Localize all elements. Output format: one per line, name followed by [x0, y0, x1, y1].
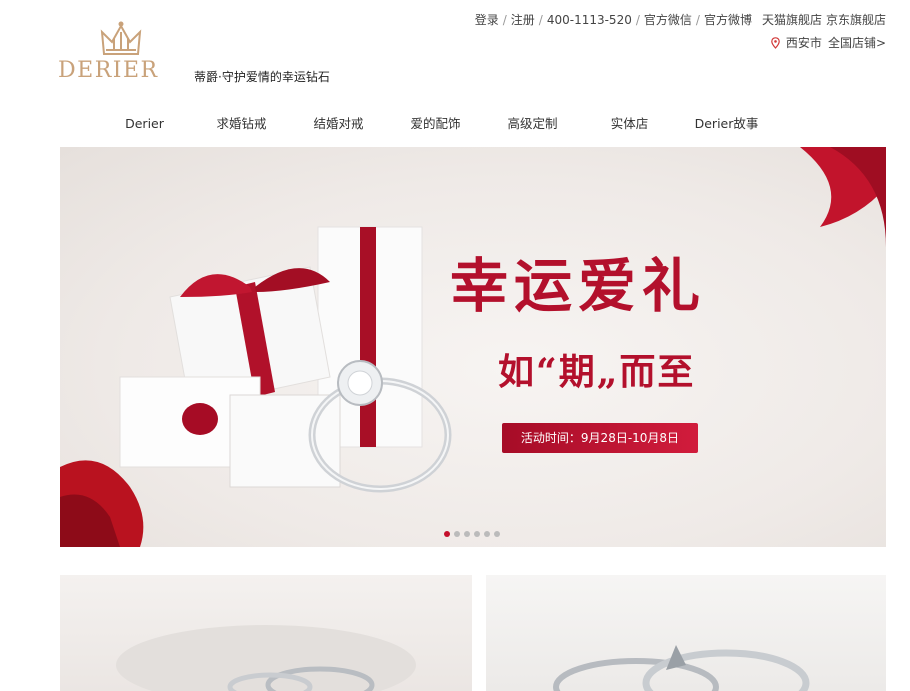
divider: /	[538, 12, 543, 27]
official-weibo-link[interactable]: 官方微博	[704, 11, 752, 28]
nav-item-engagement-rings[interactable]: 求婚钻戒	[193, 112, 290, 138]
brand-wordmark: DERIER	[58, 58, 159, 83]
ring-image	[553, 645, 810, 691]
banner-headline: 幸运爱礼	[450, 252, 707, 320]
nav-item-derier[interactable]: Derier	[96, 112, 193, 138]
carousel-pagination	[444, 531, 500, 537]
current-city[interactable]: 西安市	[786, 34, 822, 51]
hotline-phone: 400-1113-520	[546, 12, 632, 27]
promotion-date-badge: 活动时间：9月28日-10月8日	[502, 423, 698, 453]
banner-artwork	[60, 147, 886, 547]
product-tile-right[interactable]	[486, 575, 886, 691]
carousel-dot[interactable]	[444, 531, 450, 537]
carousel-dot[interactable]	[484, 531, 490, 537]
divider: /	[502, 12, 507, 27]
banner-subline: 如“期„而至	[498, 351, 696, 393]
ring-image	[116, 625, 416, 691]
brand-logo[interactable]: DERIER	[58, 18, 186, 88]
tmall-store-link[interactable]: 天猫旗舰店	[762, 11, 822, 28]
location-pin-icon	[771, 36, 780, 49]
brand-tagline: 蒂爵·守护爱情的幸运钻石	[194, 70, 330, 84]
carousel-dot[interactable]	[464, 531, 470, 537]
nav-item-wedding-bands[interactable]: 结婚对戒	[290, 112, 387, 138]
nav-item-story[interactable]: Derier故事	[678, 112, 775, 138]
carousel-dot[interactable]	[494, 531, 500, 537]
nav-item-accessories[interactable]: 爱的配饰	[387, 112, 484, 138]
login-link[interactable]: 登录	[475, 11, 499, 28]
official-wechat-link[interactable]: 官方微信	[644, 11, 692, 28]
product-tile-left[interactable]	[60, 575, 472, 691]
nav-item-stores[interactable]: 实体店	[581, 112, 678, 138]
main-nav: Derier 求婚钻戒 结婚对戒 爱的配饰 高级定制 实体店 Derier故事	[96, 112, 775, 138]
divider: /	[695, 12, 700, 27]
all-stores-link[interactable]: 全国店铺>	[828, 34, 886, 51]
location-selector: 西安市 全国店铺>	[771, 34, 886, 51]
register-link[interactable]: 注册	[511, 11, 535, 28]
crown-icon	[100, 21, 142, 55]
top-links: 登录 / 注册 / 400-1113-520 / 官方微信 / 官方微博 天猫旗…	[475, 11, 886, 28]
carousel-dot[interactable]	[474, 531, 480, 537]
site-header: DERIER 蒂爵·守护爱情的幸运钻石 登录 / 注册 / 400-1113-5…	[0, 0, 910, 100]
nav-item-custom[interactable]: 高级定制	[484, 112, 581, 138]
carousel-dot[interactable]	[454, 531, 460, 537]
hero-banner[interactable]: 幸运爱礼 如“期„而至 活动时间：9月28日-10月8日	[60, 147, 886, 547]
jd-store-link[interactable]: 京东旗舰店	[826, 11, 886, 28]
divider: /	[635, 12, 640, 27]
